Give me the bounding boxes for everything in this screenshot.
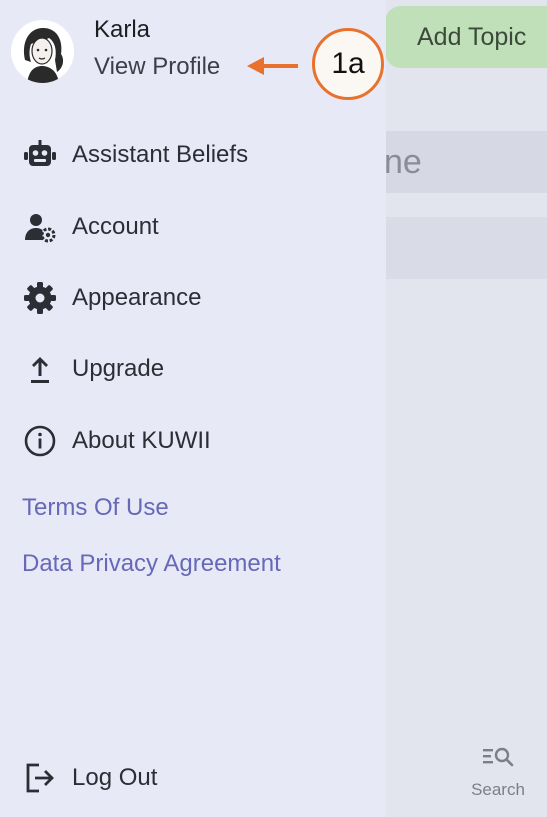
annotation-arrow-line <box>262 64 298 68</box>
user-avatar-icon <box>11 20 74 83</box>
info-icon <box>20 421 60 461</box>
log-out-label: Log Out <box>72 764 158 791</box>
search-tab[interactable]: Search <box>458 745 538 800</box>
add-topic-button[interactable]: Add Topic <box>385 6 547 68</box>
background-band <box>370 217 547 279</box>
menu-item-label: Appearance <box>72 284 202 311</box>
search-tab-label: Search <box>471 780 525 799</box>
menu-item-label: About KUWII <box>72 427 211 454</box>
menu-item-label: Upgrade <box>72 355 165 382</box>
log-out-button[interactable]: Log Out <box>20 758 360 798</box>
search-list-icon <box>483 747 514 767</box>
user-gear-icon <box>20 207 60 247</box>
user-name: Karla <box>94 16 151 43</box>
annotation-badge: 1a <box>312 28 384 100</box>
menu-item-label: Assistant Beliefs <box>72 141 249 168</box>
logout-icon <box>20 758 60 798</box>
menu-item-appearance[interactable]: Appearance <box>20 278 360 318</box>
view-profile-link[interactable]: View Profile <box>94 53 220 81</box>
background-field: ne <box>370 131 547 193</box>
menu-item-assistant-beliefs[interactable]: Assistant Beliefs <box>20 135 360 175</box>
data-privacy-link[interactable]: Data Privacy Agreement <box>22 550 281 578</box>
robot-icon <box>20 135 60 175</box>
menu-item-about[interactable]: About KUWII <box>20 421 360 461</box>
menu-item-label: Account <box>72 213 159 240</box>
navigation-drawer: Karla View Profile Assistant Beliefs Acc… <box>0 0 386 817</box>
menu-item-account[interactable]: Account <box>20 207 360 247</box>
upload-icon <box>20 349 60 389</box>
avatar[interactable] <box>11 20 74 83</box>
menu-item-upgrade[interactable]: Upgrade <box>20 349 360 389</box>
terms-of-use-link[interactable]: Terms Of Use <box>22 494 169 522</box>
gear-icon <box>20 278 60 318</box>
